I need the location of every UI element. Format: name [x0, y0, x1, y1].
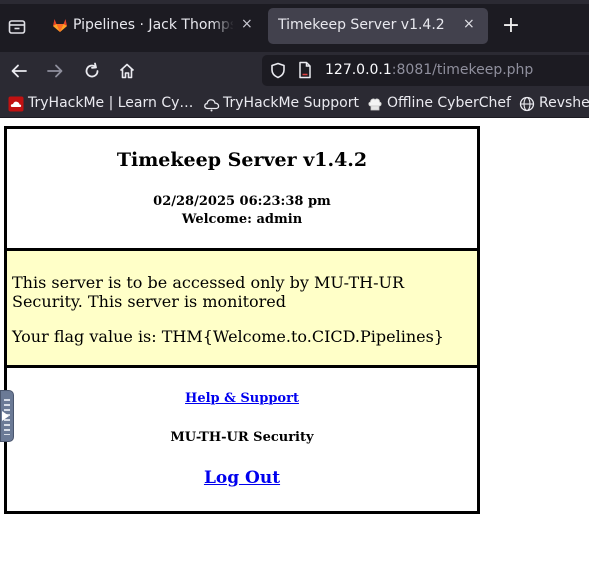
- timekeep-panel: Timekeep Server v1.4.2 02/28/2025 06:23:…: [4, 126, 480, 514]
- bookmark-label: Revshel: [539, 95, 589, 111]
- close-tab-icon[interactable]: ×: [241, 16, 253, 32]
- page-title: Timekeep Server v1.4.2: [116, 149, 368, 171]
- expand-arrow-icon: [2, 411, 9, 421]
- page-viewport: Timekeep Server v1.4.2 02/28/2025 06:23:…: [0, 118, 589, 567]
- bookmark-tryhackme[interactable]: TryHackMe | Learn Cy…: [8, 94, 193, 116]
- close-tab-icon[interactable]: ×: [463, 16, 475, 32]
- help-support-link[interactable]: Help & Support: [7, 391, 477, 406]
- globe-icon: [519, 96, 535, 114]
- welcome-user: Welcome: admin: [181, 212, 303, 227]
- security-label: MU-TH-UR Security: [170, 430, 314, 445]
- notice-box: This server is to be accessed only by MU…: [7, 251, 477, 368]
- tab-title-fade: [212, 14, 234, 38]
- forward-arrow-icon[interactable]: [42, 58, 68, 84]
- tracking-protection-shield-icon[interactable]: [270, 62, 286, 83]
- bookmark-revshells[interactable]: Revshel: [519, 94, 589, 114]
- reload-icon[interactable]: [79, 58, 105, 84]
- bookmark-label: Offline CyberChef: [387, 95, 511, 111]
- url-text[interactable]: 127.0.0.1:8081/timekeep.php: [325, 62, 533, 78]
- chef-hat-icon: [367, 96, 383, 116]
- bookmark-label: TryHackMe Support: [223, 95, 359, 111]
- tab-title: Timekeep Server v1.4.2: [278, 17, 445, 33]
- cloud-support-icon: [203, 96, 221, 116]
- bookmarks-toolbar: TryHackMe | Learn Cy… TryHackMe Support …: [0, 90, 589, 118]
- address-bar[interactable]: 127.0.0.1:8081/timekeep.php: [262, 55, 589, 86]
- server-datetime: 02/28/2025 06:23:38 pm: [153, 194, 331, 209]
- bookmark-tryhackme-support[interactable]: TryHackMe Support: [203, 94, 359, 116]
- bookmark-label: TryHackMe | Learn Cy…: [28, 95, 194, 111]
- flag-value: Your flag value is: THM{Welcome.to.CICD.…: [12, 327, 444, 346]
- tab-bar-top-strip: [0, 0, 589, 4]
- sidebar-expand-handle[interactable]: [0, 390, 14, 442]
- url-host: 127.0.0.1: [325, 62, 392, 78]
- tab-pipelines[interactable]: Pipelines · Jack Thompson ×: [40, 8, 262, 44]
- gitlab-icon: [52, 17, 68, 37]
- page-info-icon[interactable]: [297, 61, 313, 83]
- new-tab-button[interactable]: +: [499, 13, 523, 39]
- tab-timekeep[interactable]: Timekeep Server v1.4.2 ×: [268, 8, 488, 44]
- tab-title: Pipelines · Jack Thompson: [73, 17, 233, 33]
- panel-header: Timekeep Server v1.4.2 02/28/2025 06:23:…: [7, 129, 477, 251]
- back-arrow-icon[interactable]: [6, 58, 32, 84]
- panel-footer: Help & Support MU-TH-UR Security Log Out: [7, 368, 477, 511]
- tryhackme-icon: [8, 96, 24, 116]
- browser-nav-bar: 127.0.0.1:8081/timekeep.php: [0, 52, 589, 90]
- home-icon[interactable]: [114, 58, 140, 84]
- browser-tab-bar: Pipelines · Jack Thompson × Timekeep Ser…: [0, 0, 589, 52]
- url-path: :8081/timekeep.php: [391, 62, 534, 78]
- tab-overview-icon[interactable]: [0, 10, 36, 44]
- access-notice: This server is to be accessed only by MU…: [12, 273, 404, 311]
- bookmark-offline-cyberchef[interactable]: Offline CyberChef: [367, 94, 511, 116]
- logout-link[interactable]: Log Out: [7, 468, 477, 488]
